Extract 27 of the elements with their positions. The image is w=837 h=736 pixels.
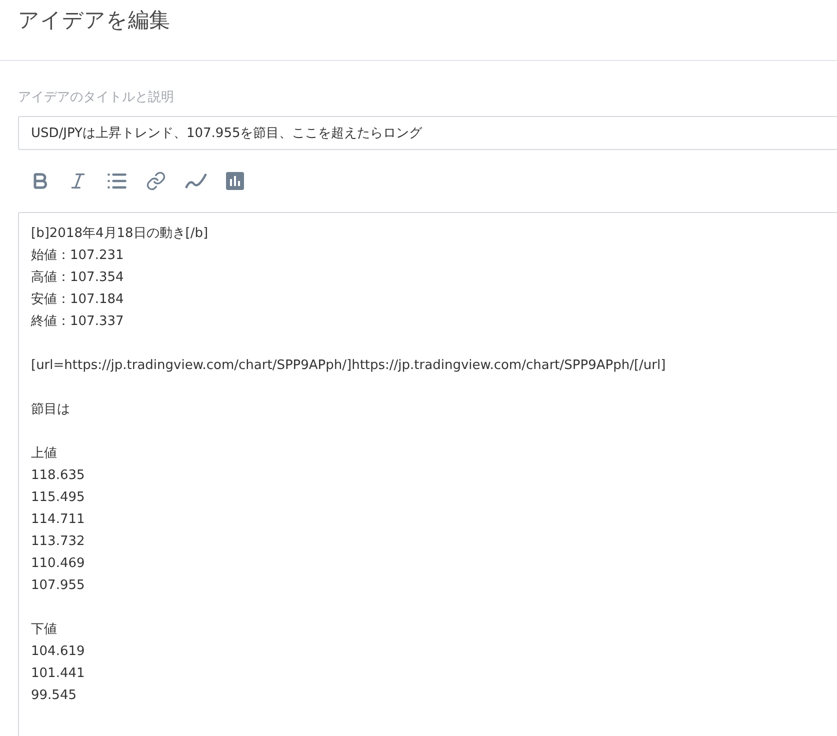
link-icon <box>146 171 166 191</box>
page-title: アイデアを編集 <box>18 7 170 34</box>
text-line: 113.732 <box>31 533 86 551</box>
link-button[interactable] <box>144 169 168 193</box>
text-line: 始値：107.231 <box>31 247 125 265</box>
chart-button[interactable] <box>224 170 246 192</box>
text-line: 118.635 <box>31 467 86 485</box>
text-line: 115.495 <box>31 489 86 507</box>
text-line: 110.469 <box>31 555 86 573</box>
text-line: 終値：107.337 <box>31 313 125 331</box>
text-line: 101.441 <box>31 665 86 683</box>
text-line: 上値 <box>31 445 58 463</box>
text-line: [b]2018年4月18日の動き[/b] <box>31 225 210 243</box>
field-label: アイデアのタイトルと説明 <box>18 89 175 106</box>
bar-chart-icon <box>226 172 244 190</box>
title-input[interactable]: USD/JPYは上昇トレンド、107.955を節目、ここを超えたらロング <box>18 116 837 150</box>
text-line: [url=https://jp.tradingview.com/chart/SPP9APph/]https://jp.tradingview.com/chart/SPP9APph/[/url] <box>31 357 667 375</box>
text-line: 107.955 <box>31 577 86 595</box>
text-line: 高値：107.354 <box>31 269 125 287</box>
curve-icon <box>184 171 208 191</box>
text-line: 114.711 <box>31 511 86 529</box>
text-line: 104.619 <box>31 643 86 661</box>
text-line: 安値：107.184 <box>31 291 125 309</box>
text-line: 99.545 <box>31 687 78 705</box>
description-field[interactable] <box>18 212 837 736</box>
text-line: 下値 <box>31 621 58 639</box>
text-line: 節目は <box>31 401 71 419</box>
